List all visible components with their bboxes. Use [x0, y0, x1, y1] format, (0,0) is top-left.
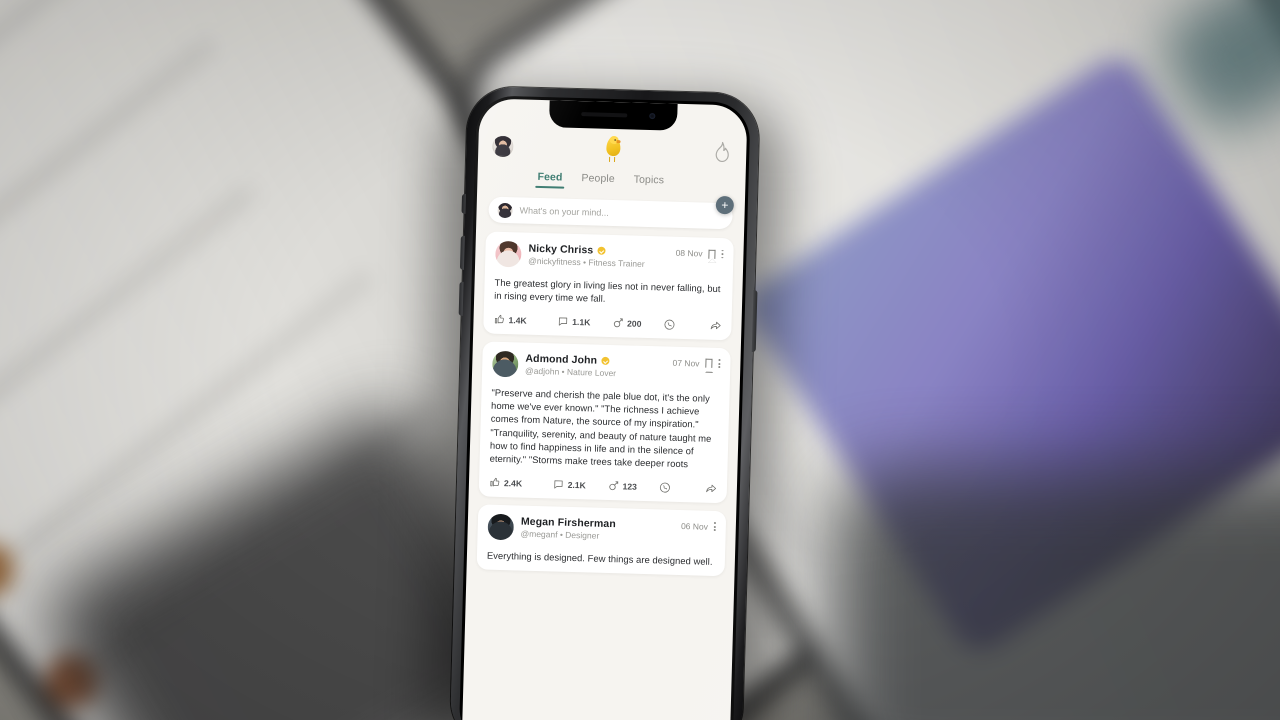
mute-switch[interactable] — [461, 193, 467, 214]
user-avatar[interactable] — [492, 135, 514, 157]
post-action-bar: 1.4K 1.1K 200 — [493, 313, 721, 331]
post-card[interactable]: Nicky Chriss @nickyfitness • Fitness Tra… — [483, 231, 734, 341]
phone-bezel: Feed People Topics What's on your mind..… — [458, 95, 751, 720]
phone-notch — [548, 100, 678, 131]
post-date: 08 Nov — [675, 247, 703, 259]
earpiece-speaker — [581, 112, 628, 118]
bookmark-icon[interactable] — [708, 249, 716, 259]
thumbs-up-icon — [494, 315, 504, 324]
whatsapp-action[interactable] — [663, 318, 709, 331]
more-vertical-icon[interactable] — [713, 522, 716, 532]
composer-placeholder: What's on your mind... — [519, 205, 609, 218]
share-arrow-icon — [706, 484, 717, 492]
like-count: 1.4K — [508, 314, 527, 326]
post-card[interactable]: Admond John @adjohn • Nature Lover 07 No… — [478, 341, 731, 504]
post-author-avatar[interactable] — [487, 513, 515, 541]
verified-badge-icon — [597, 246, 606, 255]
repost-action[interactable]: 200 — [612, 317, 664, 329]
like-count: 2.4K — [503, 477, 523, 489]
post-feed: Nicky Chriss @nickyfitness • Fitness Tra… — [467, 222, 745, 577]
more-vertical-icon[interactable] — [721, 249, 724, 259]
post-date: 06 Nov — [680, 520, 709, 532]
tab-people[interactable]: People — [581, 172, 615, 190]
post-action-bar: 2.4K 2.1K 123 — [489, 476, 717, 494]
post-text: The greatest glory in living lies not in… — [494, 276, 721, 305]
post-text: "Preserve and cherish the pale blue dot,… — [489, 386, 712, 470]
repost-icon — [608, 481, 618, 491]
share-action[interactable] — [709, 319, 721, 331]
post-author-name: Nicky Chriss — [528, 242, 594, 257]
post-header: Admond John @adjohn • Nature Lover 07 No… — [491, 350, 721, 382]
post-date: 07 Nov — [672, 357, 700, 369]
share-action[interactable] — [705, 482, 717, 494]
like-action[interactable]: 1.4K — [493, 314, 557, 327]
like-action[interactable]: 2.4K — [489, 477, 553, 490]
tab-topics[interactable]: Topics — [633, 174, 665, 192]
post-author-name: Admond John — [525, 352, 598, 367]
bookmark-icon[interactable] — [705, 358, 713, 369]
whatsapp-icon — [664, 319, 675, 330]
flame-icon[interactable] — [712, 141, 733, 164]
composer-avatar — [497, 202, 513, 218]
repost-icon — [613, 318, 623, 328]
app-screen: Feed People Topics What's on your mind..… — [461, 98, 748, 720]
phone-mockup: Feed People Topics What's on your mind..… — [422, 85, 786, 720]
comment-action[interactable]: 1.1K — [557, 316, 612, 329]
repost-count: 123 — [622, 481, 638, 492]
comment-count: 1.1K — [572, 316, 591, 328]
whatsapp-icon — [659, 482, 670, 493]
post-text: Everything is designed. Few things are d… — [486, 549, 713, 567]
more-vertical-icon[interactable] — [718, 359, 721, 369]
comment-action[interactable]: 2.1K — [553, 479, 608, 492]
post-header: Megan Firsherman @meganf • Designer 06 N… — [487, 513, 716, 545]
comment-count: 2.1K — [567, 479, 586, 491]
repost-action[interactable]: 123 — [607, 480, 659, 492]
share-arrow-icon — [710, 321, 721, 329]
post-author-avatar[interactable] — [491, 350, 519, 378]
thumbs-up-icon — [490, 478, 500, 487]
comment-bubble-icon — [554, 480, 563, 489]
post-card[interactable]: Megan Firsherman @meganf • Designer 06 N… — [476, 504, 727, 577]
post-header: Nicky Chriss @nickyfitness • Fitness Tra… — [495, 240, 724, 273]
comment-bubble-icon — [558, 317, 567, 326]
whatsapp-action[interactable] — [659, 481, 705, 494]
composer-section: What's on your mind... + — [476, 186, 745, 230]
verified-badge-icon — [601, 356, 610, 365]
front-camera-icon — [649, 112, 656, 120]
post-author-avatar[interactable] — [495, 240, 522, 268]
bird-logo-icon — [602, 135, 623, 163]
repost-count: 200 — [626, 318, 642, 329]
tab-feed[interactable]: Feed — [537, 171, 562, 189]
